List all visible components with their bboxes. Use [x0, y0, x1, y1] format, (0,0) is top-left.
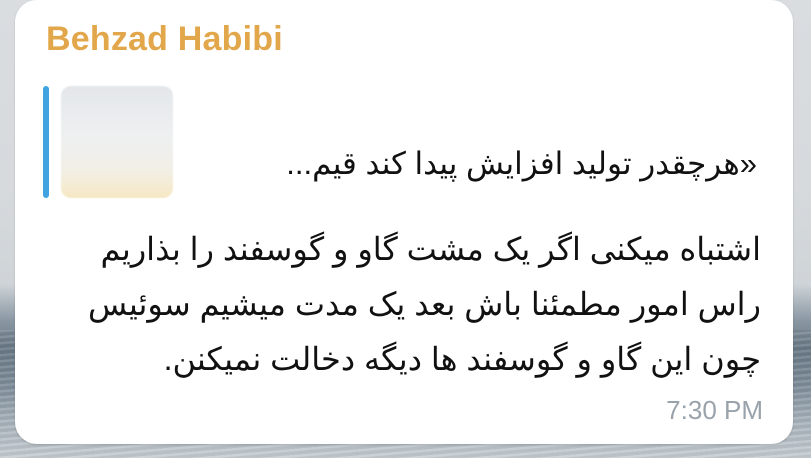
- sender-name[interactable]: Behzad Habibi: [46, 20, 283, 59]
- reply-preview[interactable]: «هرچقدر تولید افزایش پیدا کند قیم...: [43, 86, 763, 198]
- message-text: اشتباه میکنی اگر یک مشت گاو و گوسفند را …: [55, 222, 761, 387]
- message-bubble[interactable]: Behzad Habibi «هرچقدر تولید افزایش پیدا …: [15, 0, 793, 444]
- message-line: راس امور مطمئنا باش بعد یک مدت میشیم سوئ…: [88, 286, 761, 322]
- reply-accent-bar: [43, 86, 49, 198]
- message-line: اشتباه میکنی اگر یک مشت گاو و گوسفند را …: [100, 231, 761, 267]
- reply-preview-text: «هرچقدر تولید افزایش پیدا کند قیم...: [286, 146, 757, 181]
- message-line: چون این گاو و گوسفند ها دیگه دخالت نمیکن…: [163, 341, 761, 377]
- reply-thumbnail-image: [61, 86, 173, 198]
- message-timestamp: 7:30 PM: [666, 395, 763, 425]
